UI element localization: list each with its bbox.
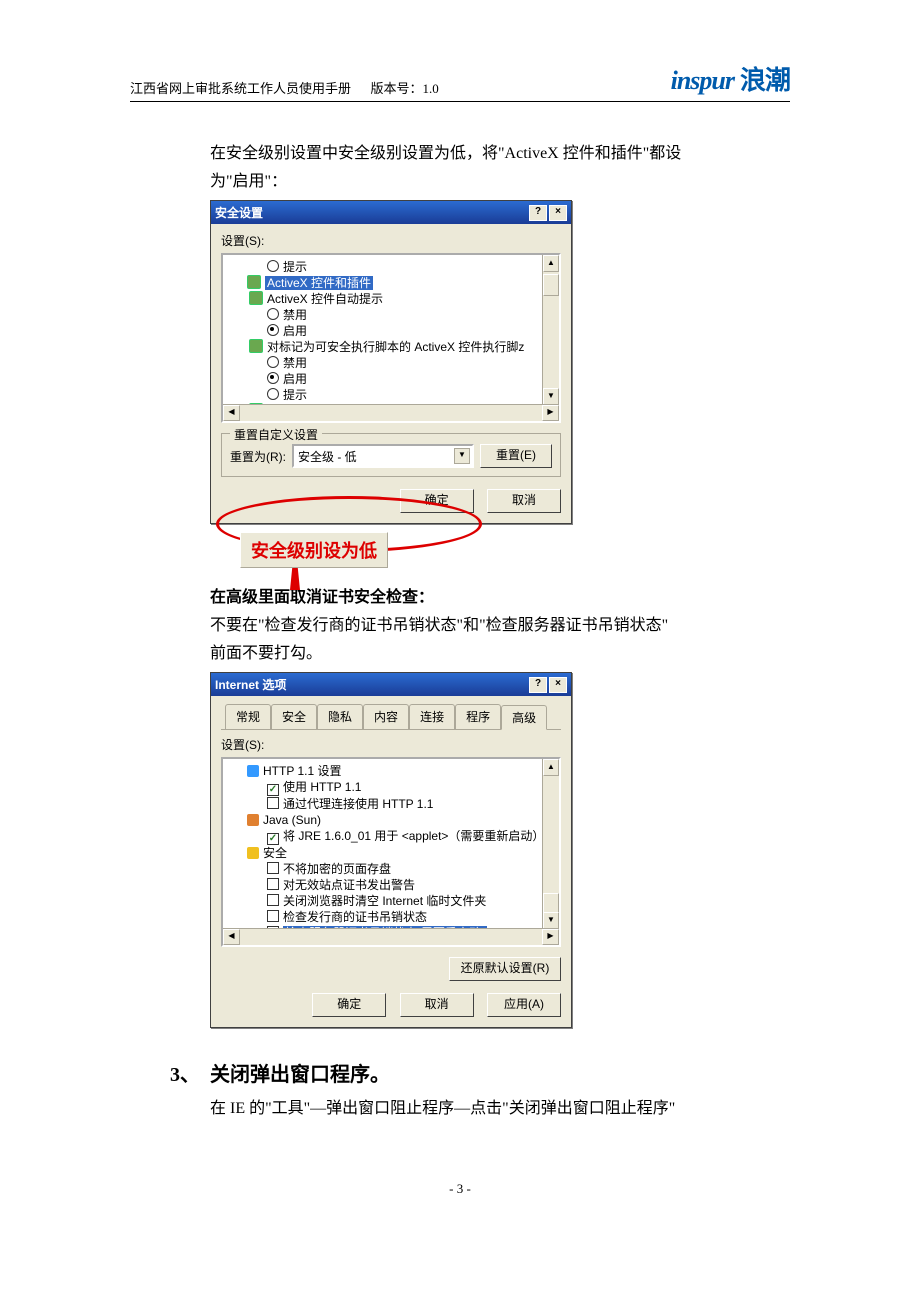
chevron-down-icon[interactable]: ▼	[454, 448, 470, 464]
internet-options-dialog: Internet 选项 ? × 常规 安全 隐私 内容 连接 程序 高级 设置(…	[210, 672, 572, 1028]
page-number: - 3 -	[0, 1181, 920, 1197]
cancel-button[interactable]: 取消	[400, 993, 474, 1017]
tab-programs[interactable]: 程序	[455, 704, 501, 729]
checkbox-icon[interactable]	[267, 862, 279, 874]
scroll-right-icon[interactable]: ▶	[542, 405, 559, 421]
lock-icon	[247, 847, 259, 859]
paragraph: 为"启用"：	[210, 170, 790, 194]
doc-version: 版本号：1.0	[371, 81, 439, 96]
dialog-titlebar: Internet 选项 ? ×	[211, 673, 571, 696]
doc-title: 江西省网上审批系统工作人员使用手册	[130, 81, 351, 96]
close-button[interactable]: ×	[549, 677, 567, 693]
checkbox-icon[interactable]	[267, 946, 279, 947]
activex-header: ActiveX 控件和插件	[265, 276, 373, 290]
dialog-titlebar: 安全设置 ? ×	[211, 201, 571, 224]
reset-to-label: 重置为(R):	[230, 448, 286, 465]
help-button[interactable]: ?	[529, 677, 547, 693]
radio-icon[interactable]	[267, 372, 279, 384]
checkbox-icon[interactable]	[267, 833, 279, 845]
radio-icon[interactable]	[267, 388, 279, 400]
paragraph: 前面不要打勾。	[210, 642, 790, 666]
scroll-thumb[interactable]	[543, 893, 559, 913]
radio-icon[interactable]	[267, 260, 279, 272]
advanced-settings-listbox[interactable]: HTTP 1.1 设置 使用 HTTP 1.1 通过代理连接使用 HTTP 1.…	[221, 757, 561, 947]
close-button[interactable]: ×	[549, 205, 567, 221]
paragraph: 不要在"检查发行商的证书吊销状态"和"检查服务器证书吊销状态"	[210, 614, 790, 638]
tab-privacy[interactable]: 隐私	[317, 704, 363, 729]
checkbox-icon[interactable]	[267, 910, 279, 922]
scroll-thumb[interactable]	[543, 274, 559, 296]
settings-label: 设置(S):	[221, 736, 561, 753]
scroll-right-icon[interactable]: ▶	[542, 929, 559, 945]
paragraph: 在 IE 的"工具"—弹出窗口阻止程序—点击"关闭弹出窗口阻止程序"	[210, 1097, 790, 1121]
ie-icon	[247, 765, 259, 777]
cancel-button[interactable]: 取消	[487, 489, 561, 513]
checkbox-icon[interactable]	[267, 797, 279, 809]
inspur-logo: inspur浪潮	[671, 60, 790, 97]
restore-defaults-button[interactable]: 还原默认设置(R)	[449, 957, 561, 981]
radio-icon[interactable]	[267, 324, 279, 336]
ok-button[interactable]: 确定	[312, 993, 386, 1017]
tab-advanced[interactable]: 高级	[501, 705, 547, 730]
tab-security[interactable]: 安全	[271, 704, 317, 729]
dialog-title: 安全设置	[215, 204, 263, 221]
tab-connections[interactable]: 连接	[409, 704, 455, 729]
dialog-title: Internet 选项	[215, 676, 286, 693]
checkbox-icon[interactable]	[267, 878, 279, 890]
ok-button[interactable]: 确定	[400, 489, 474, 513]
paragraph: 在安全级别设置中安全级别设置为低，将"ActiveX 控件和插件"都设	[210, 142, 790, 166]
security-level-dropdown[interactable]: 安全级 - 低 ▼	[292, 444, 474, 468]
section-3-heading: 3、 关闭弹出窗口程序。	[170, 1058, 790, 1087]
page-header: 江西省网上审批系统工作人员使用手册 版本号：1.0 inspur浪潮	[130, 60, 790, 102]
checkbox-icon[interactable]	[267, 894, 279, 906]
options-tabs: 常规 安全 隐私 内容 连接 程序 高级	[221, 704, 561, 730]
reset-fieldset: 重置自定义设置 重置为(R): 安全级 - 低 ▼ 重置(E)	[221, 433, 561, 477]
help-button[interactable]: ?	[529, 205, 547, 221]
scroll-left-icon[interactable]: ◀	[223, 929, 240, 945]
vertical-scrollbar[interactable]: ▲ ▼	[542, 759, 559, 929]
scroll-left-icon[interactable]: ◀	[223, 405, 240, 421]
gear-icon	[249, 291, 263, 305]
scroll-up-icon[interactable]: ▲	[543, 255, 559, 272]
horizontal-scrollbar[interactable]: ◀ ▶	[223, 404, 559, 421]
radio-icon[interactable]	[267, 356, 279, 368]
scroll-up-icon[interactable]: ▲	[543, 759, 559, 776]
gear-icon	[249, 339, 263, 353]
security-settings-dialog: 安全设置 ? × 设置(S): 提示 ActiveX 控件和插件 ActiveX…	[210, 200, 572, 524]
settings-listbox[interactable]: 提示 ActiveX 控件和插件 ActiveX 控件自动提示 禁用 启用 对标…	[221, 253, 561, 423]
tab-general[interactable]: 常规	[225, 704, 271, 729]
gear-icon	[247, 275, 261, 289]
annotation-label: 安全级别设为低	[240, 532, 388, 568]
checkbox-icon[interactable]	[267, 784, 279, 796]
apply-button[interactable]: 应用(A)	[487, 993, 561, 1017]
vertical-scrollbar[interactable]: ▲ ▼	[542, 255, 559, 405]
radio-icon[interactable]	[267, 308, 279, 320]
tab-content[interactable]: 内容	[363, 704, 409, 729]
java-icon	[247, 814, 259, 826]
reset-legend: 重置自定义设置	[230, 426, 322, 443]
horizontal-scrollbar[interactable]: ◀ ▶	[223, 928, 559, 945]
reset-button[interactable]: 重置(E)	[480, 444, 552, 468]
settings-label: 设置(S):	[221, 232, 561, 249]
scroll-down-icon[interactable]: ▼	[543, 388, 559, 405]
scroll-down-icon[interactable]: ▼	[543, 912, 559, 929]
